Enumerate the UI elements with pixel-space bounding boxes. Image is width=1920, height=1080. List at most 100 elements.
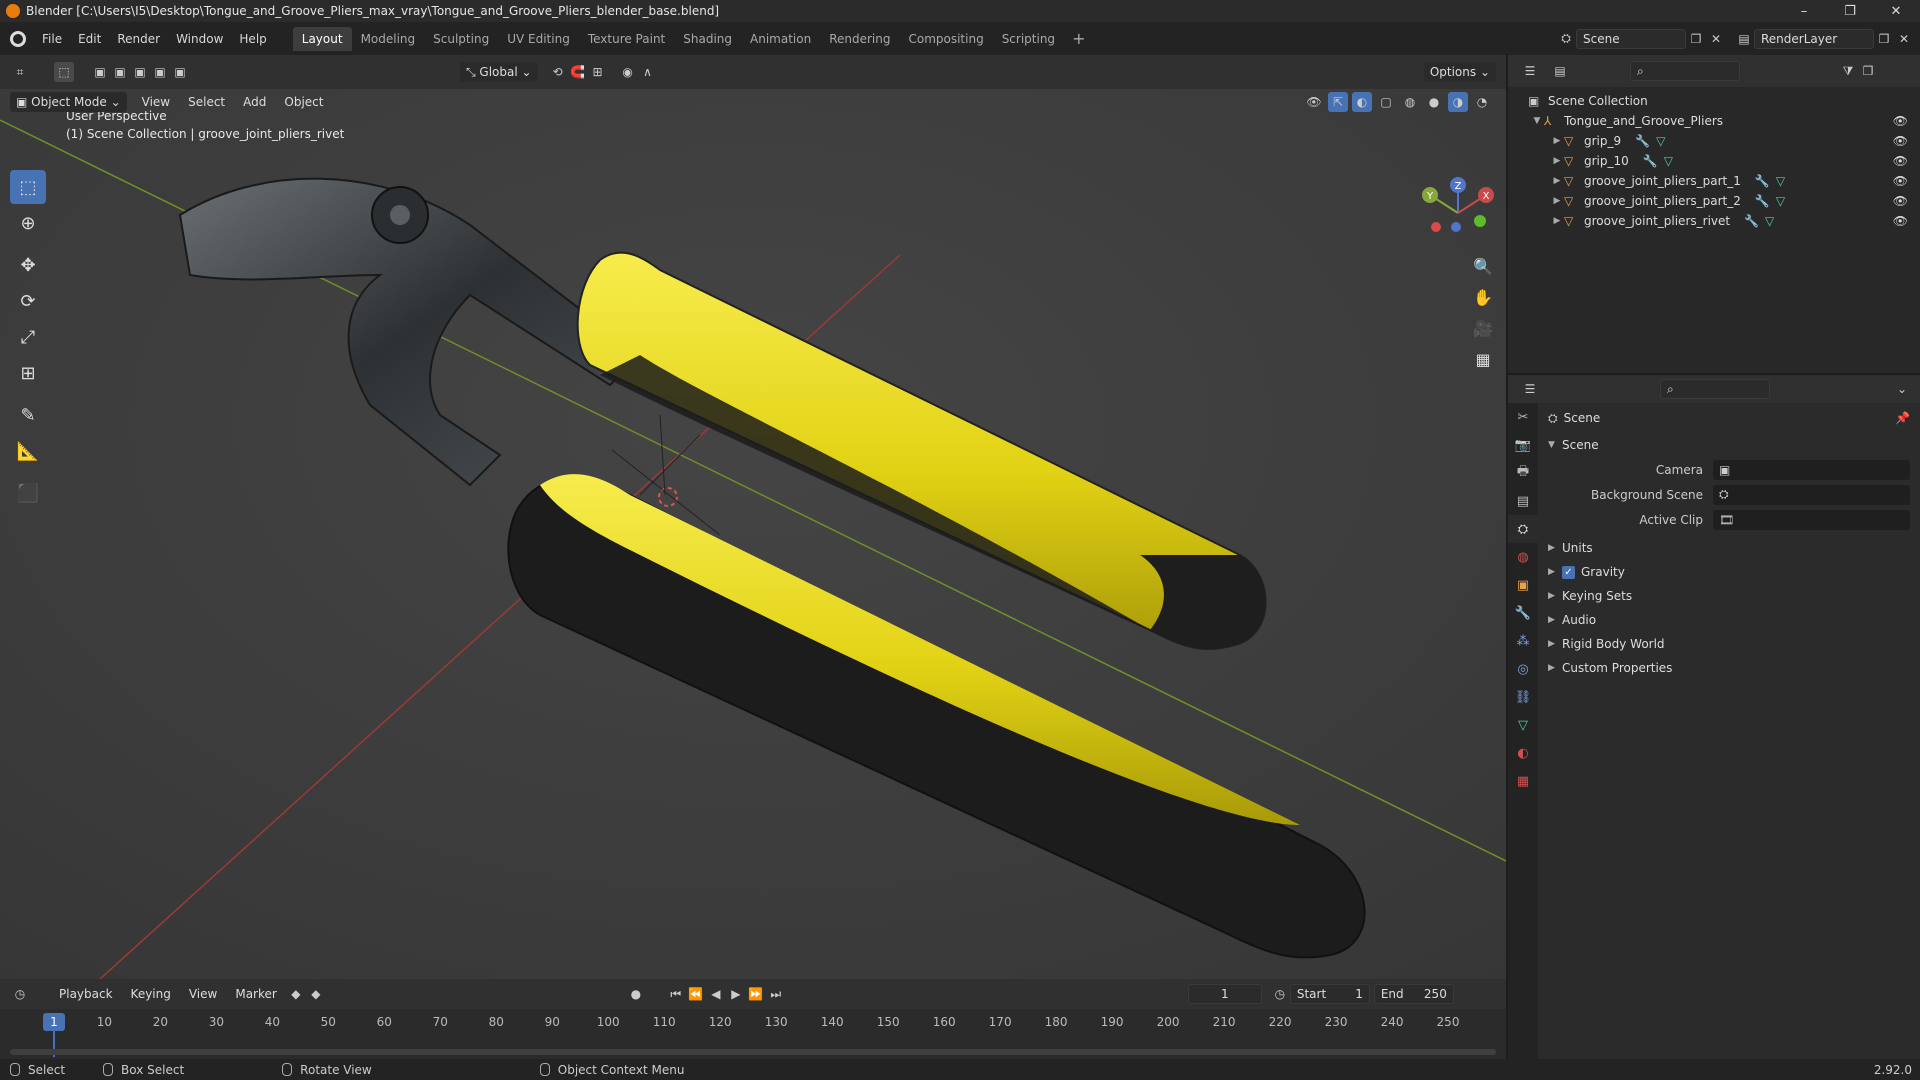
scene-icon[interactable]: ⛭ — [1556, 29, 1576, 49]
zoom-icon[interactable]: 🔍 — [1468, 251, 1498, 281]
gravity-panel-header[interactable]: ▶ ✓ Gravity — [1538, 560, 1920, 584]
keyframe-prev-icon[interactable]: ◆ — [286, 984, 306, 1004]
jump-start-icon[interactable]: ⏮ — [666, 984, 686, 1004]
keying-sets-panel-header[interactable]: ▶ Keying Sets — [1538, 584, 1920, 608]
rendered-shading-icon[interactable]: ◔ — [1472, 92, 1492, 112]
viewport-menu-select[interactable]: Select — [179, 95, 234, 109]
maximize-button[interactable]: ❐ — [1830, 0, 1870, 22]
xray-toggle-icon[interactable]: ▢ — [1376, 92, 1396, 112]
close-button[interactable]: ✕ — [1876, 0, 1916, 22]
eye-icon[interactable]: 👁 — [1893, 214, 1908, 228]
scene-tab-icon[interactable]: ⛭ — [1508, 515, 1538, 543]
scene-collection-row[interactable]: ▣ Scene Collection — [1508, 91, 1920, 111]
properties-search-input[interactable]: ⌕ — [1660, 379, 1770, 399]
jump-end-icon[interactable]: ⏭ — [766, 984, 786, 1004]
current-frame-field[interactable]: 1 — [1187, 984, 1262, 1004]
expand-right-icon[interactable]: ▶ — [1550, 136, 1564, 146]
outliner-row-part-1[interactable]: ▶ ▽ groove_joint_pliers_part_1 🔧 ▽ 👁 — [1508, 171, 1920, 191]
end-frame-field[interactable]: End 250 — [1373, 984, 1454, 1004]
eye-icon[interactable]: 👁 — [1893, 114, 1908, 128]
play-reverse-icon[interactable]: ◀ — [706, 984, 726, 1004]
new-collection-icon[interactable]: ❐ — [1858, 61, 1878, 81]
tab-uv-editing[interactable]: UV Editing — [498, 27, 579, 51]
measure-tool-icon[interactable]: 📐 — [10, 434, 46, 468]
blender-logo-icon[interactable] — [10, 30, 26, 47]
viewport-menu-object[interactable]: Object — [275, 95, 332, 109]
select-mode-extend-icon[interactable]: ▣ — [110, 62, 130, 82]
texture-tab-icon[interactable]: ▦ — [1508, 767, 1538, 795]
tab-compositing[interactable]: Compositing — [899, 27, 992, 51]
timeline-scrollbar[interactable] — [10, 1049, 1496, 1055]
eye-icon[interactable]: 👁 — [1893, 154, 1908, 168]
collection-row[interactable]: ▼ ⅄ Tongue_and_Groove_Pliers 👁 — [1508, 111, 1920, 131]
background-scene-field[interactable]: ⛭ — [1713, 484, 1910, 505]
keyframe-insert-icon[interactable]: ◆ — [306, 984, 326, 1004]
snap-icon[interactable]: 🧲 — [568, 62, 588, 82]
timeline-menu-playback[interactable]: Playback — [50, 987, 122, 1001]
units-panel-header[interactable]: ▶ Units — [1538, 536, 1920, 560]
rigid-body-world-panel-header[interactable]: ▶ Rigid Body World — [1538, 632, 1920, 656]
audio-panel-header[interactable]: ▶ Audio — [1538, 608, 1920, 632]
annotate-tool-icon[interactable]: ✎ — [10, 398, 46, 432]
output-tab-icon[interactable]: 🖶 — [1508, 459, 1538, 487]
delete-scene-icon[interactable]: ✕ — [1706, 29, 1726, 49]
menu-file[interactable]: File — [34, 32, 70, 46]
eye-icon[interactable]: 👁 — [1893, 194, 1908, 208]
expand-right-icon[interactable]: ▶ — [1550, 196, 1564, 206]
tab-sculpting[interactable]: Sculpting — [424, 27, 498, 51]
visibility-icon[interactable]: 👁 — [1304, 92, 1324, 112]
tab-shading[interactable]: Shading — [674, 27, 741, 51]
data-tab-icon[interactable]: ▽ — [1508, 711, 1538, 739]
menu-edit[interactable]: Edit — [70, 32, 109, 46]
select-box-tool-icon[interactable]: ⬚ — [10, 170, 46, 204]
overlay-toggle-icon[interactable]: ◐ — [1352, 92, 1372, 112]
outliner-row-grip-10[interactable]: ▶ ▽ grip_10 🔧 ▽ 👁 — [1508, 151, 1920, 171]
camera-view-icon[interactable]: 🎥 — [1468, 313, 1498, 343]
custom-properties-panel-header[interactable]: ▶ Custom Properties — [1538, 656, 1920, 680]
filter-icon[interactable]: ⧩ — [1838, 61, 1858, 81]
minimize-button[interactable]: – — [1784, 0, 1824, 22]
menu-render[interactable]: Render — [109, 32, 168, 46]
outliner-row-rivet[interactable]: ▶ ▽ groove_joint_pliers_rivet 🔧 ▽ 👁 — [1508, 211, 1920, 231]
properties-editor-type-icon[interactable]: ☰ — [1520, 379, 1540, 399]
tab-rendering[interactable]: Rendering — [820, 27, 899, 51]
render-tab-icon[interactable]: 📷 — [1508, 431, 1538, 459]
view-layer-tab-icon[interactable]: ▤ — [1508, 487, 1538, 515]
proportional-falloff-icon[interactable]: ∧ — [638, 62, 658, 82]
select-mode-subtract-icon[interactable]: ▣ — [130, 62, 150, 82]
3d-viewport[interactable]: ⌗ ⬚ ▣ ▣ ▣ ▣ ▣ ⤡ Global ⌄ ⟲ 🧲 ⊞ ◉ ∧ Optio… — [0, 55, 1506, 979]
scene-panel-header[interactable]: ▼ Scene — [1538, 433, 1920, 457]
constraints-tab-icon[interactable]: ⛓ — [1508, 683, 1538, 711]
menu-help[interactable]: Help — [231, 32, 274, 46]
record-icon[interactable]: ● — [626, 984, 646, 1004]
eye-icon[interactable]: 👁 — [1893, 134, 1908, 148]
particles-tab-icon[interactable]: ⁂ — [1508, 627, 1538, 655]
gizmo-toggle-icon[interactable]: ⇱ — [1328, 92, 1348, 112]
properties-options-icon[interactable]: ⌄ — [1892, 379, 1912, 399]
view-layer-icon[interactable]: ▤ — [1734, 29, 1754, 49]
move-tool-icon[interactable]: ✥ — [10, 248, 46, 282]
tab-animation[interactable]: Animation — [741, 27, 820, 51]
outliner-search-input[interactable]: ⌕ — [1630, 61, 1740, 81]
delete-view-layer-icon[interactable]: ✕ — [1894, 29, 1914, 49]
transform-tool-icon[interactable]: ⊞ — [10, 356, 46, 390]
jump-keyframe-forward-icon[interactable]: ⏩ — [746, 984, 766, 1004]
start-frame-field[interactable]: Start 1 — [1289, 984, 1370, 1004]
rotate-tool-icon[interactable]: ⟳ — [10, 284, 46, 318]
expand-right-icon[interactable]: ▶ — [1550, 216, 1564, 226]
options-dropdown[interactable]: Options ⌄ — [1423, 62, 1496, 82]
gravity-checkbox[interactable]: ✓ — [1562, 565, 1575, 579]
timeline-ruler[interactable]: 1 10 20 30 40 50 60 70 80 90 100 110 120 130 140 150 16… — [0, 1009, 1506, 1059]
outliner-row-grip-9[interactable]: ▶ ▽ grip_9 🔧 ▽ 👁 — [1508, 131, 1920, 151]
tab-modeling[interactable]: Modeling — [352, 27, 425, 51]
physics-tab-icon[interactable]: ◎ — [1508, 655, 1538, 683]
tab-scripting[interactable]: Scripting — [993, 27, 1064, 51]
transform-orientation-dropdown[interactable]: ⤡ Global ⌄ — [460, 62, 538, 82]
snap-target-icon[interactable]: ⊞ — [588, 62, 608, 82]
modifier-tab-icon[interactable]: 🔧 — [1508, 599, 1538, 627]
world-tab-icon[interactable]: ◍ — [1508, 543, 1538, 571]
navigation-gizmo[interactable]: Z Y X — [1420, 175, 1496, 251]
playhead[interactable]: 1 — [43, 1013, 65, 1031]
timeline-menu-view[interactable]: View — [180, 987, 226, 1001]
play-icon[interactable]: ▶ — [726, 984, 746, 1004]
